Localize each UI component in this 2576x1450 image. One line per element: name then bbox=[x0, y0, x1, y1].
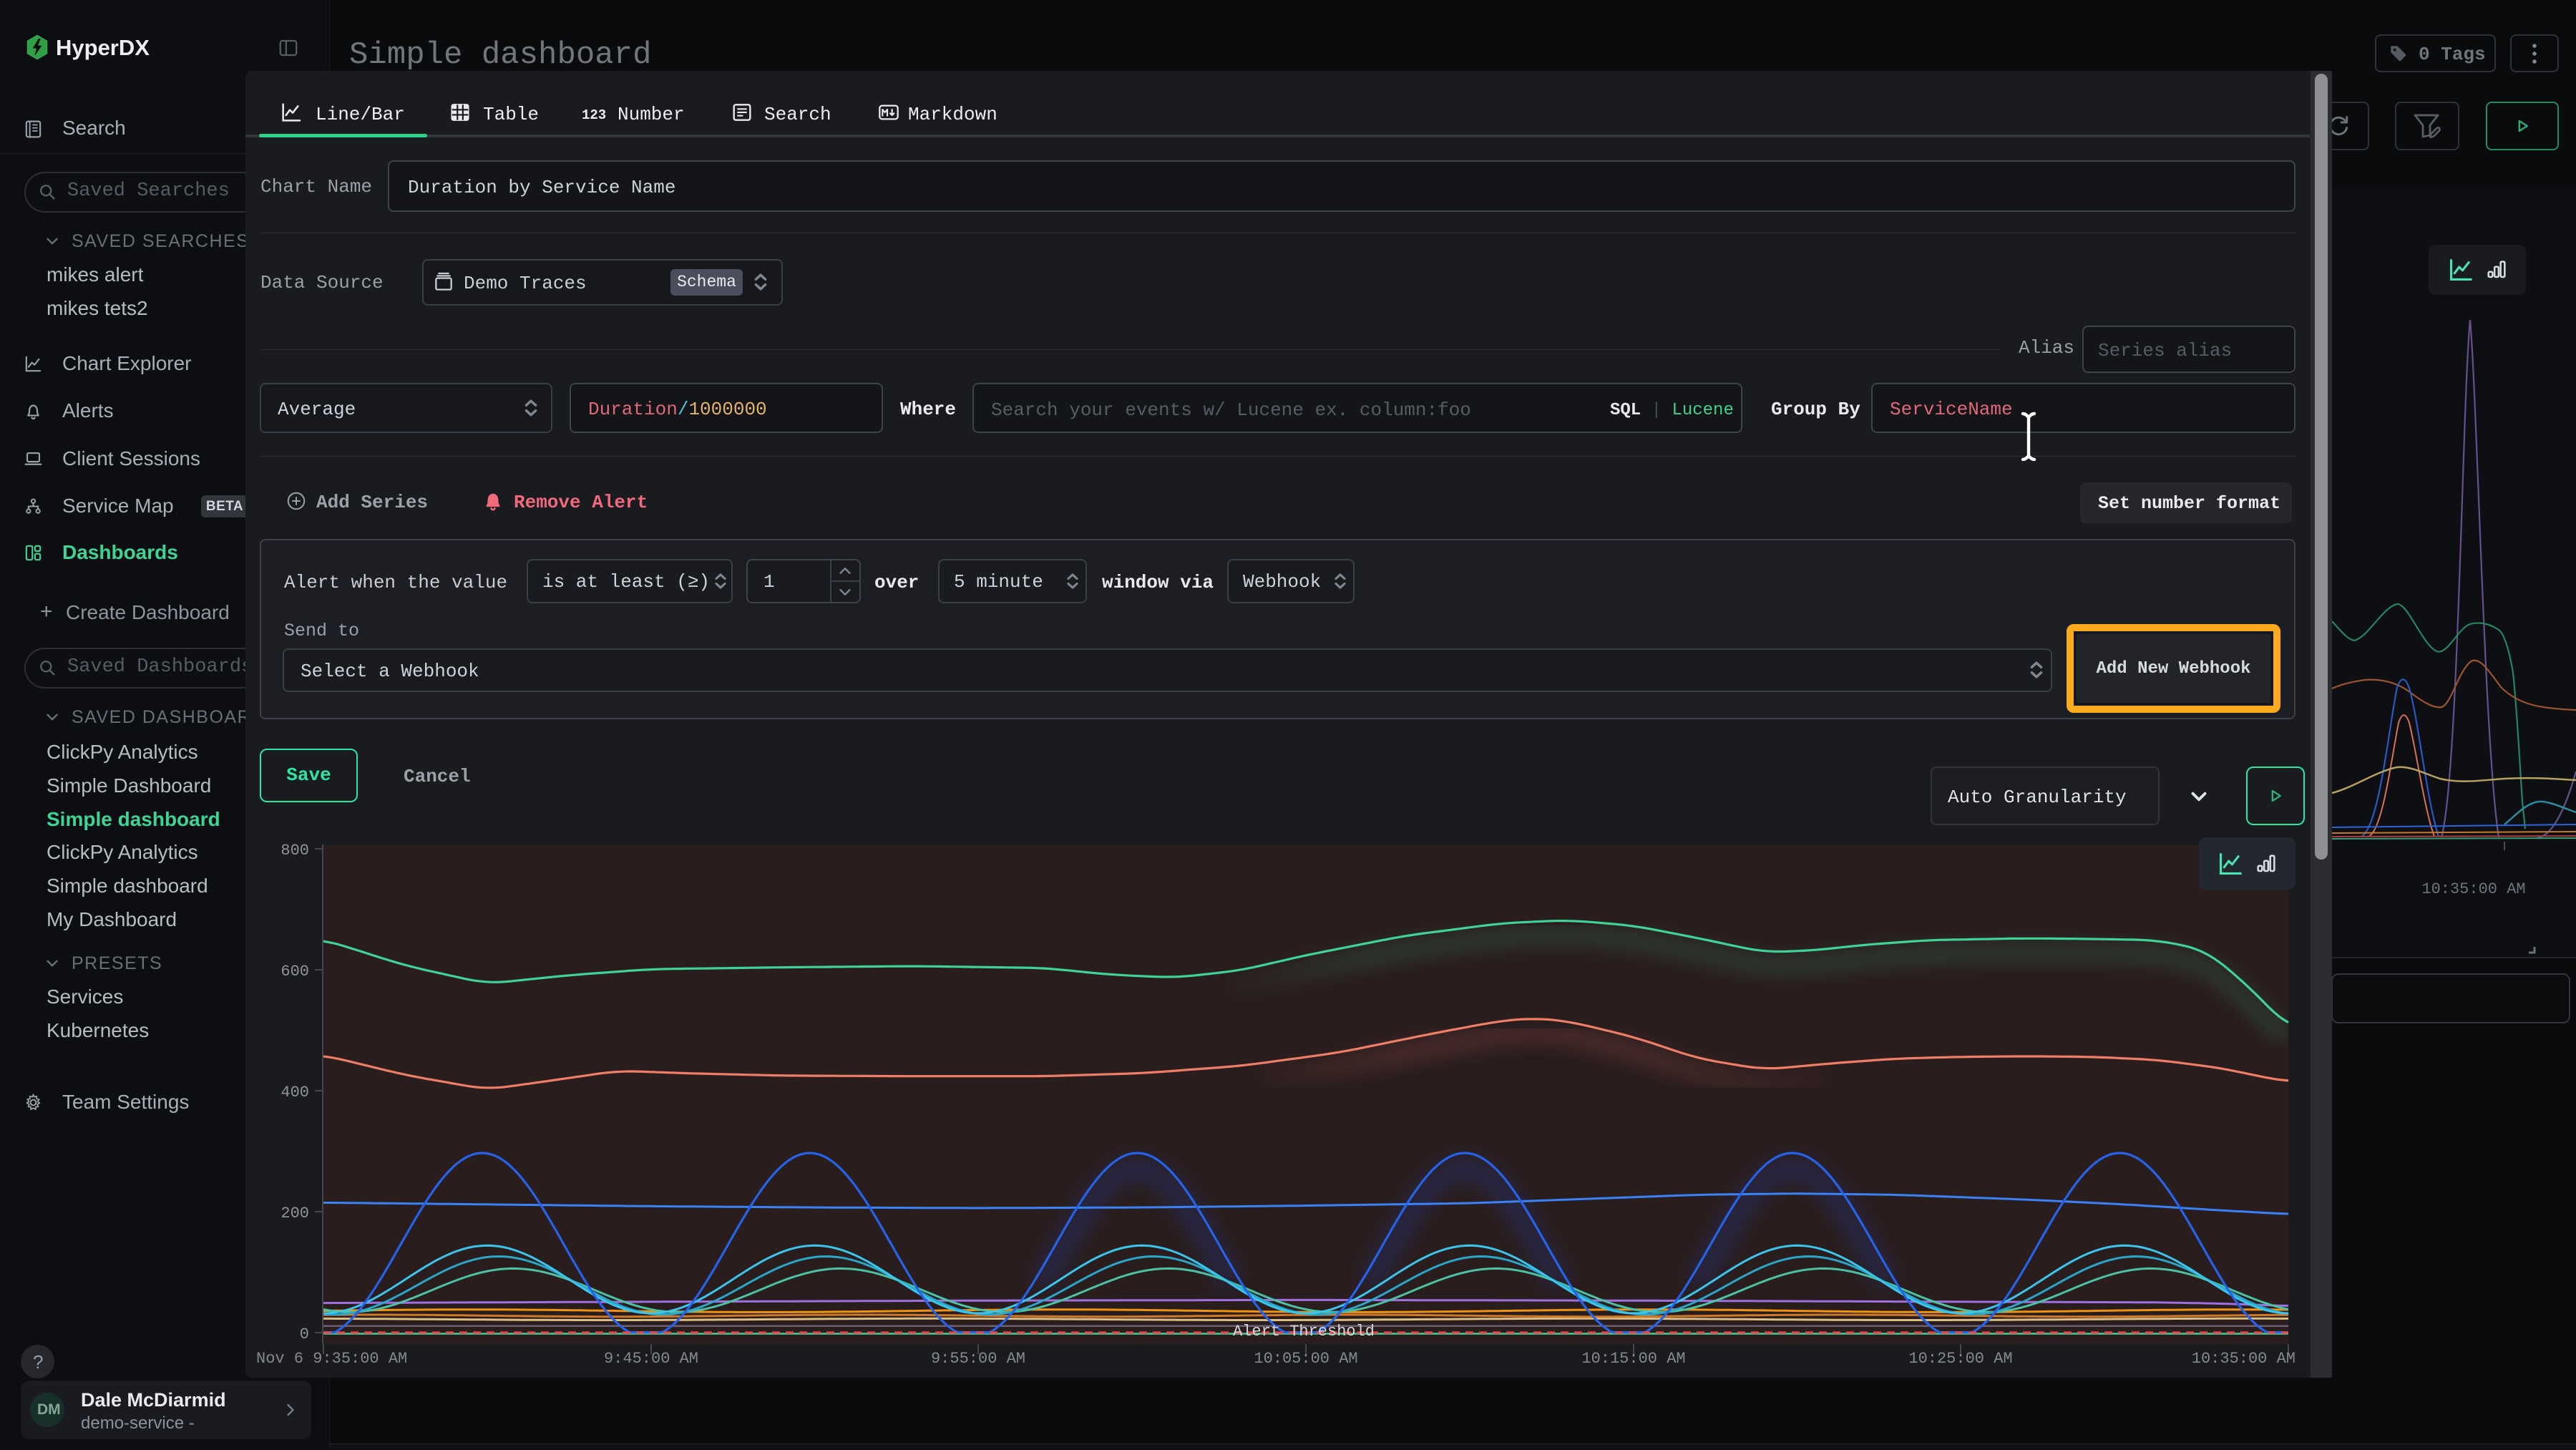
svg-text:10:35:00 AM: 10:35:00 AM bbox=[2421, 880, 2525, 898]
svg-text:0: 0 bbox=[300, 1325, 309, 1343]
svg-text:10:35:00 AM: 10:35:00 AM bbox=[2192, 1350, 2296, 1368]
svg-text:10:15:00 AM: 10:15:00 AM bbox=[1581, 1350, 1685, 1368]
svg-text:9:45:00 AM: 9:45:00 AM bbox=[604, 1350, 698, 1368]
svg-text:Alert Threshold: Alert Threshold bbox=[1233, 1323, 1375, 1340]
svg-text:400: 400 bbox=[280, 1084, 309, 1101]
svg-text:600: 600 bbox=[280, 963, 309, 981]
svg-text:10:05:00 AM: 10:05:00 AM bbox=[1254, 1350, 1357, 1368]
svg-text:800: 800 bbox=[280, 842, 309, 860]
svg-text:9:55:00 AM: 9:55:00 AM bbox=[931, 1350, 1025, 1368]
svg-text:200: 200 bbox=[280, 1205, 309, 1222]
svg-text:Nov 6 9:35:00 AM: Nov 6 9:35:00 AM bbox=[256, 1350, 407, 1368]
svg-text:10:25:00 AM: 10:25:00 AM bbox=[1908, 1350, 2012, 1368]
